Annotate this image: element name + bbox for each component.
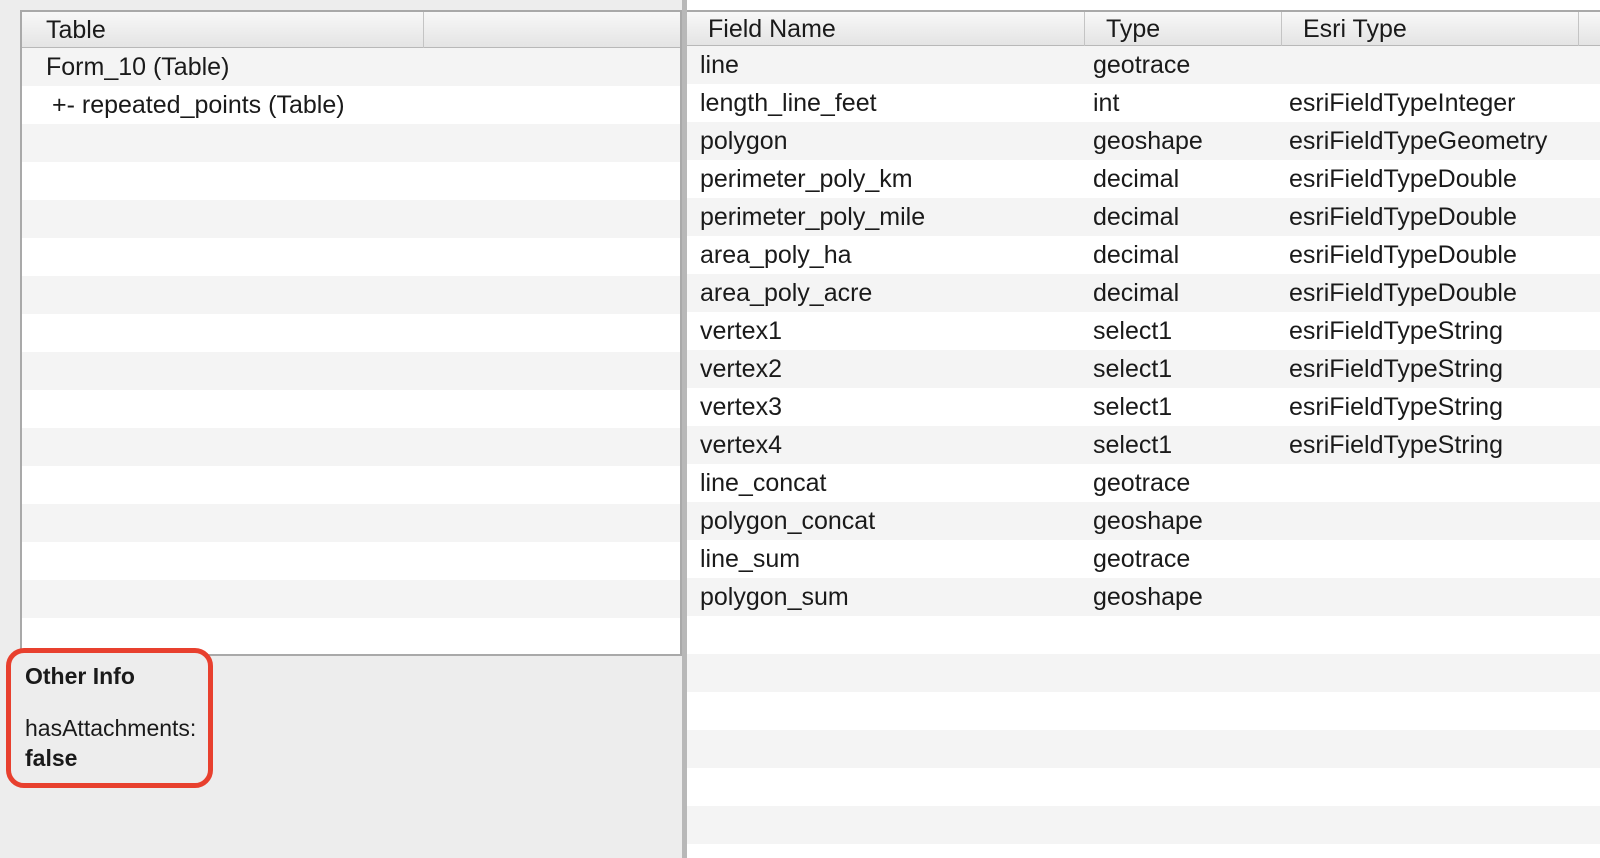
cell-type: decimal (1093, 165, 1180, 193)
cell-type: select1 (1093, 431, 1173, 459)
tree-row[interactable] (22, 352, 680, 390)
tree-row[interactable] (22, 390, 680, 428)
tables-tree-header: Table (22, 12, 680, 48)
cell-field-name: area_poly_acre (700, 279, 873, 307)
tree-row[interactable]: Form_10 (Table) (22, 48, 680, 86)
table-row[interactable]: vertex4 select1 esriFieldTypeString (687, 426, 1600, 464)
table-row[interactable]: line_sum geotrace (687, 540, 1600, 578)
cell-esri-type: esriFieldTypeString (1289, 393, 1503, 421)
tree-row[interactable] (22, 542, 680, 580)
tables-tree-table: Table Form_10 (Table) +- repeated_points … (20, 10, 682, 656)
cell-type: geotrace (1093, 545, 1191, 573)
table-row[interactable]: area_poly_ha decimal esriFieldTypeDouble (687, 236, 1600, 274)
table-row[interactable]: area_poly_acre decimal esriFieldTypeDouble (687, 274, 1600, 312)
column-header-field-name[interactable]: Field Name (687, 12, 1085, 46)
table-row[interactable] (687, 692, 1600, 730)
other-info-title: Other Info (25, 663, 135, 689)
table-row[interactable]: line geotrace (687, 46, 1600, 84)
cell-type: geoshape (1093, 583, 1203, 611)
tree-row[interactable] (22, 238, 680, 276)
fields-panel: Field Name Type Esri Type line geotrace le… (687, 10, 1600, 858)
left-panel: Table Form_10 (Table) +- repeated_points … (0, 0, 682, 858)
table-row[interactable]: line_concat geotrace (687, 464, 1600, 502)
cell-esri-type: esriFieldTypeString (1289, 317, 1503, 345)
cell-field-name: vertex3 (700, 393, 782, 421)
cell-field-name: vertex1 (700, 317, 782, 345)
cell-field-name: line_sum (700, 545, 801, 573)
table-row[interactable]: vertex1 select1 esriFieldTypeString (687, 312, 1600, 350)
cell-type: decimal (1093, 279, 1180, 307)
cell-type: geotrace (1093, 51, 1191, 79)
table-row[interactable]: vertex3 select1 esriFieldTypeString (687, 388, 1600, 426)
cell-type: select1 (1093, 317, 1173, 345)
tree-row[interactable] (22, 428, 680, 466)
cell-esri-type: esriFieldTypeGeometry (1289, 127, 1548, 155)
tree-row[interactable] (22, 200, 680, 238)
cell-esri-type: esriFieldTypeInteger (1289, 89, 1516, 117)
has-attachments-value: false (25, 745, 78, 771)
table-row[interactable]: vertex2 select1 esriFieldTypeString (687, 350, 1600, 388)
has-attachments-label: hasAttachments: (25, 715, 197, 741)
table-row[interactable]: length_line_feet int esriFieldTypeInteger (687, 84, 1600, 122)
cell-type: geotrace (1093, 469, 1191, 497)
cell-esri-type: esriFieldTypeDouble (1289, 279, 1517, 307)
cell-field-name: polygon_sum (700, 583, 849, 611)
tree-row[interactable] (22, 276, 680, 314)
tree-row[interactable] (22, 314, 680, 352)
tree-row[interactable] (22, 504, 680, 542)
column-header-esri-type[interactable]: Esri Type (1282, 12, 1579, 46)
cell-field-name: length_line_feet (700, 89, 877, 117)
has-attachments-info: hasAttachments: false (25, 713, 205, 773)
fields-table-header: Field Name Type Esri Type (687, 10, 1600, 46)
cell-type: decimal (1093, 203, 1180, 231)
table-row[interactable]: perimeter_poly_mile decimal esriFieldTypeD… (687, 198, 1600, 236)
table-row[interactable] (687, 654, 1600, 692)
tree-row[interactable] (22, 162, 680, 200)
cell-type: decimal (1093, 241, 1180, 269)
cell-esri-type: esriFieldTypeDouble (1289, 165, 1517, 193)
app-window: Table Form_10 (Table) +- repeated_points … (0, 0, 1600, 858)
cell-field-name: vertex4 (700, 431, 782, 459)
table-row[interactable] (687, 616, 1600, 654)
column-header-type[interactable]: Type (1085, 12, 1282, 46)
tree-row[interactable] (22, 580, 680, 618)
tree-row[interactable]: +- repeated_points (Table) (22, 86, 680, 124)
cell-esri-type: esriFieldTypeDouble (1289, 203, 1517, 231)
fields-table-rows: line geotrace length_line_feet int esriField… (687, 46, 1600, 858)
table-row[interactable]: polygon_sum geoshape (687, 578, 1600, 616)
table-row[interactable]: polygon_concat geoshape (687, 502, 1600, 540)
cell-field-name: polygon_concat (700, 507, 876, 535)
other-info-panel: Other Info hasAttachments: false (6, 648, 213, 788)
cell-field-name: line_concat (700, 469, 827, 497)
cell-type: geoshape (1093, 127, 1203, 155)
tables-tree-rows: Form_10 (Table) +- repeated_points (Table… (22, 48, 680, 654)
table-row[interactable] (687, 844, 1600, 858)
cell-field-name: area_poly_ha (700, 241, 852, 269)
table-row[interactable]: polygon geoshape esriFieldTypeGeometry (687, 122, 1600, 160)
cell-esri-type: esriFieldTypeString (1289, 431, 1503, 459)
cell-field-name: vertex2 (700, 355, 782, 383)
table-row[interactable] (687, 730, 1600, 768)
table-row[interactable] (687, 806, 1600, 844)
column-header-table[interactable]: Table (22, 12, 424, 48)
cell-field-name: perimeter_poly_mile (700, 203, 926, 231)
cell-field-name: line (700, 51, 739, 79)
table-row[interactable]: perimeter_poly_km decimal esriFieldTypeDou… (687, 160, 1600, 198)
table-row[interactable] (687, 768, 1600, 806)
cell-type: int (1093, 89, 1120, 117)
cell-field-name: polygon (700, 127, 788, 155)
cell-type: geoshape (1093, 507, 1203, 535)
cell-field-name: perimeter_poly_km (700, 165, 913, 193)
tree-row[interactable] (22, 466, 680, 504)
cell-type: select1 (1093, 355, 1173, 383)
column-header-extra[interactable] (424, 12, 680, 48)
cell-type: select1 (1093, 393, 1173, 421)
cell-esri-type: esriFieldTypeDouble (1289, 241, 1517, 269)
cell-esri-type: esriFieldTypeString (1289, 355, 1503, 383)
tree-row[interactable] (22, 124, 680, 162)
